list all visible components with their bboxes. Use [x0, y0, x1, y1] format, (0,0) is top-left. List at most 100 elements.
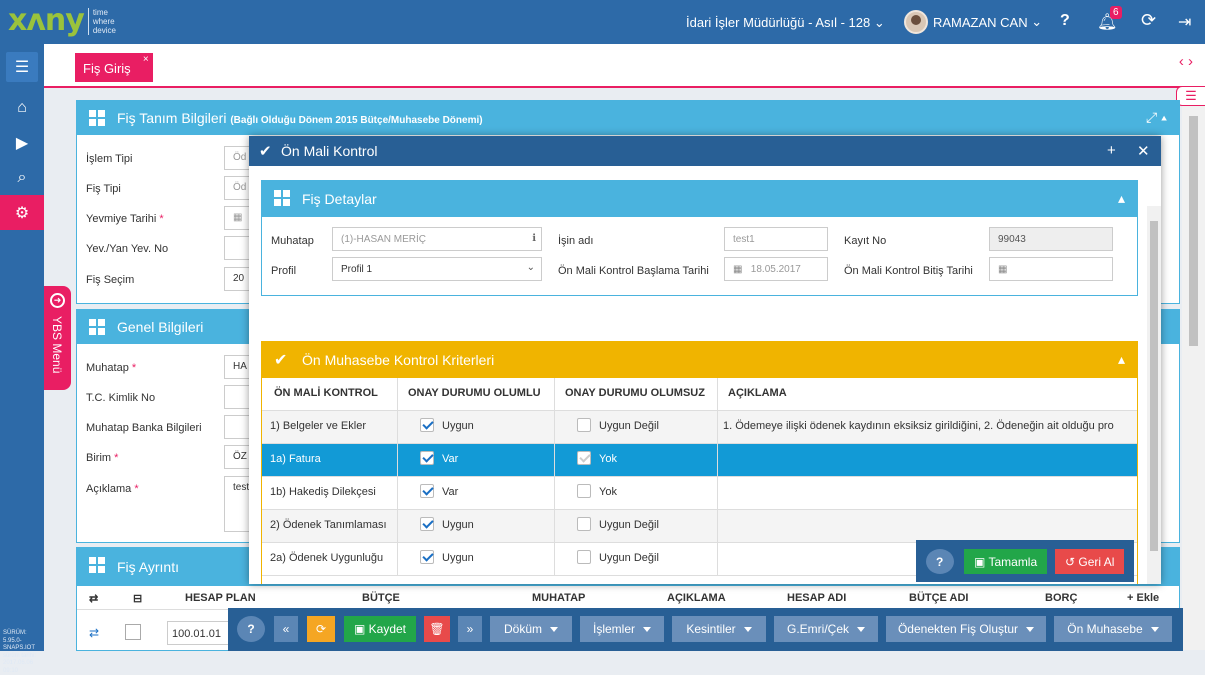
arrow-right-icon: ➜ — [50, 293, 65, 308]
kesintiler-dropdown[interactable]: Kesintiler — [672, 616, 766, 642]
olumlu-checkbox[interactable] — [420, 418, 434, 433]
main-scrollbar[interactable] — [1182, 106, 1205, 650]
chevron-down-icon: ⌄ — [526, 262, 535, 273]
logo-tagline: time where device — [87, 7, 116, 35]
odenekten-fis-dropdown[interactable]: Ödenekten Fiş Oluştur — [886, 616, 1046, 642]
muhatap-label: Muhatap * — [86, 362, 137, 374]
banka-label: Muhatap Banka Bilgileri — [86, 422, 202, 434]
table-icon — [89, 557, 105, 573]
olumsuz-checkbox[interactable] — [577, 517, 591, 532]
institution-selector[interactable]: İdari İşler Müdürlüğü - Asıl - 128 ⌄ — [686, 15, 885, 31]
panel-title: Ön Muhasebe Kontrol Kriterleri — [302, 352, 495, 368]
tc-kimlik-label: T.C. Kimlik No — [86, 392, 156, 404]
on-muhasebe-dropdown[interactable]: Ön Muhasebe — [1054, 616, 1172, 642]
save-button[interactable]: ▣ Kaydet — [344, 616, 416, 642]
ybs-menu-tab[interactable]: ➜ YBS Menü — [44, 286, 71, 390]
right-menu-icon[interactable]: ☰ — [1176, 86, 1205, 106]
olumsuz-checkbox[interactable] — [577, 550, 591, 565]
user-name: RAMAZAN CAN — [933, 14, 1028, 30]
close-icon[interactable]: × — [143, 54, 149, 65]
refresh-button[interactable]: ⟳ — [307, 616, 335, 642]
modal-title: Ön Mali Kontrol — [281, 143, 378, 159]
islemler-dropdown[interactable]: İşlemler — [580, 616, 664, 642]
yev-no-label: Yev./Yan Yev. No — [86, 243, 169, 255]
notification-badge: 6 — [1110, 6, 1122, 19]
islem-tipi-label: İşlem Tipi — [86, 153, 133, 165]
olumsuz-checkbox[interactable] — [577, 418, 591, 433]
collapse-icon[interactable]: ▴ — [1118, 190, 1125, 207]
modal-action-bar: ? ▣ Tamamla ↺ Geri Al — [916, 540, 1134, 582]
home-icon[interactable]: ⌂ — [0, 90, 44, 125]
table-row[interactable]: 1) Belgeler ve Ekler Uygun Uygun Değil 1… — [262, 411, 1137, 444]
table-row-selected[interactable]: 1a) Fatura Var Yok — [262, 444, 1137, 477]
app-logo[interactable]: xʌny time where device — [8, 6, 116, 36]
user-menu[interactable]: RAMAZAN CAN ⌄ — [904, 10, 1042, 34]
info-icon: ℹ — [532, 233, 536, 244]
check-icon: ✔ — [259, 143, 272, 160]
hamburger-menu-icon[interactable]: ☰ — [6, 52, 38, 82]
help-button[interactable]: ? — [926, 549, 954, 574]
expand-icon[interactable]: ⤢ ▴ — [1146, 109, 1167, 126]
swap-icon[interactable]: ⇄ — [89, 592, 98, 605]
add-row-button[interactable]: + Ekle — [1127, 592, 1159, 604]
play-icon[interactable]: ▶ — [0, 125, 44, 160]
help-icon[interactable]: ? — [1060, 12, 1070, 30]
collapse-icon[interactable]: ▴ — [1118, 351, 1125, 368]
minus-icon[interactable]: ⊟ — [133, 592, 142, 605]
search-icon[interactable]: ⌕ — [0, 160, 44, 195]
gemri-cek-dropdown[interactable]: G.Emri/Çek — [774, 616, 878, 642]
version-info: SÜRÜM: 5.95.0- SNAPS.IOT sürüm tarihi: 2017.… — [3, 630, 37, 674]
on-mali-kontrol-modal: ✔ Ön Mali Kontrol + ✕ Fiş Detaylar ▴ Muhatap… — [249, 136, 1161, 584]
olumlu-checkbox[interactable] — [420, 451, 434, 466]
tab-scroll-arrows[interactable]: ‹ › — [1179, 53, 1193, 70]
olumsuz-checkbox[interactable] — [577, 451, 591, 466]
check-icon: ✔ — [274, 352, 288, 369]
calendar-icon[interactable]: ▦ — [733, 264, 742, 275]
olumsuz-checkbox[interactable] — [577, 484, 591, 499]
kayit-no-field: 99043 — [989, 227, 1113, 251]
logout-icon[interactable]: ⇥ — [1178, 12, 1191, 32]
bottom-toolbar: ? « ⟳ ▣ Kaydet 🗑︎ » Döküm İşlemler Kesin… — [228, 608, 1183, 651]
section-title: Genel Bilgileri — [117, 319, 204, 335]
table-row[interactable]: 2) Ödenek Tanımlaması Uygun Uygun Değil — [262, 510, 1137, 543]
fis-tipi-label: Fiş Tipi — [86, 183, 121, 195]
logo-text: xʌny — [8, 3, 85, 38]
section-subtitle: (Bağlı Olduğu Dönem 2015 Bütçe/Muhasebe … — [230, 115, 483, 126]
aciklama-label: Açıklama * — [86, 483, 139, 495]
section-title: Fiş Tanım Bilgileri — [117, 110, 227, 126]
ayrinti-header: ⇄ ⊟ HESAP PLAN BÜTÇE MUHATAP AÇIKLAMA HE… — [77, 586, 1181, 610]
geri-al-button[interactable]: ↺ Geri Al — [1055, 549, 1125, 574]
swap-icon[interactable]: ⇄ — [89, 626, 99, 640]
table-header: ÖN MALİ KONTROL ONAY DURUMU OLUMLU ONAY … — [262, 378, 1137, 411]
close-icon[interactable]: ✕ — [1137, 142, 1150, 160]
tab-bar: Fiş Giriş × ‹ › — [44, 44, 1205, 88]
maximize-icon[interactable]: + — [1107, 142, 1116, 159]
modal-scrollbar[interactable] — [1147, 206, 1161, 584]
birim-label: Birim * — [86, 452, 119, 464]
calendar-icon[interactable]: ▦ — [998, 264, 1007, 275]
help-button[interactable]: ? — [237, 616, 265, 642]
gear-icon[interactable]: ⚙ — [0, 195, 44, 230]
olumlu-checkbox[interactable] — [420, 517, 434, 532]
next-page-button[interactable]: » — [458, 616, 482, 642]
olumlu-checkbox[interactable] — [420, 484, 434, 499]
isin-adi-field[interactable]: test1 — [724, 227, 828, 251]
sidebar: ☰ ⌂ ▶ ⌕ ⚙ SÜRÜM: 5.95.0- SNAPS.IOT sürüm ta… — [0, 44, 44, 674]
olumlu-checkbox[interactable] — [420, 550, 434, 565]
delete-button[interactable]: 🗑︎ — [424, 616, 450, 642]
muhatap-field[interactable]: (1)-HASAN MERİÇ ℹ — [332, 227, 542, 251]
tamamla-button[interactable]: ▣ Tamamla — [964, 549, 1048, 574]
avatar — [904, 10, 928, 34]
table-row[interactable]: 1b) Hakediş Dilekçesi Var Yok — [262, 477, 1137, 510]
row-checkbox[interactable] — [125, 624, 141, 640]
dokum-dropdown[interactable]: Döküm — [490, 616, 572, 642]
bitis-tarihi-field[interactable]: ▦ — [989, 257, 1113, 281]
yevmiye-tarihi-label: Yevmiye Tarihi * — [86, 213, 164, 225]
baslama-tarihi-field[interactable]: ▦ 18.05.2017 — [724, 257, 828, 281]
tab-fis-giris[interactable]: Fiş Giriş × — [75, 53, 153, 82]
profil-select[interactable]: Profil 1 ⌄ — [332, 257, 542, 281]
first-page-button[interactable]: « — [274, 616, 298, 642]
section-title: Fiş Ayrıntı — [117, 559, 179, 575]
fis-detaylar-panel: Fiş Detaylar ▴ Muhatap (1)-HASAN MERİÇ ℹ P… — [261, 180, 1138, 296]
refresh-icon[interactable]: ⟳ — [1141, 10, 1156, 31]
